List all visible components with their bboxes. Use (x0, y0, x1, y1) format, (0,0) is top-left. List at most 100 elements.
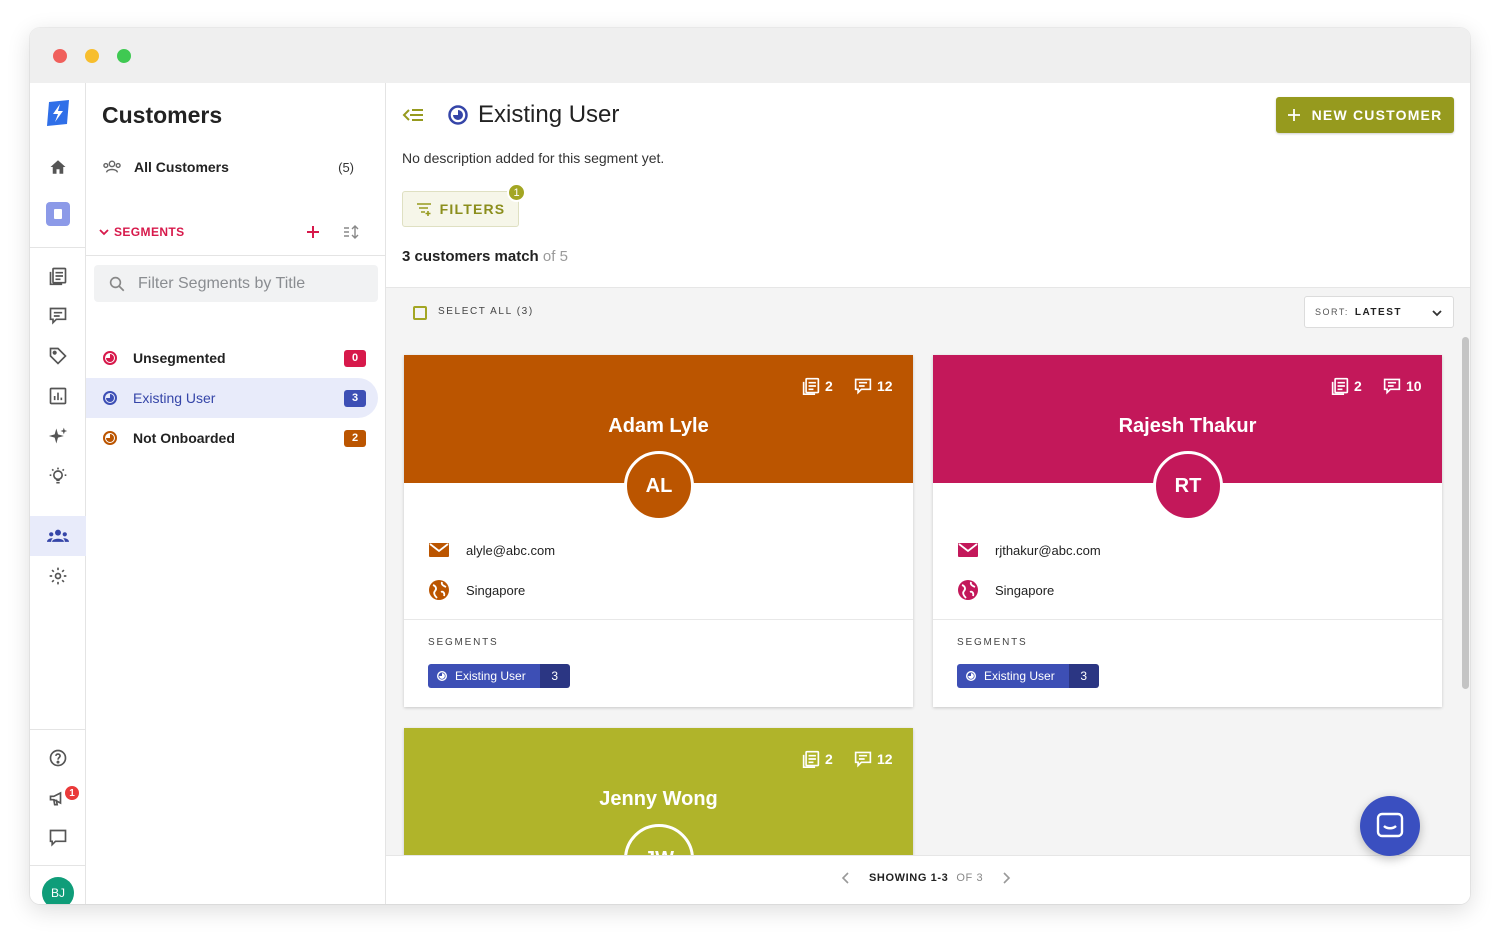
conversations-value: 10 (1406, 378, 1422, 394)
segment-search-input[interactable]: Filter Segments by Title (94, 265, 378, 302)
articles-icon[interactable] (30, 256, 86, 296)
customer-location: Singapore (995, 582, 1055, 598)
bookmark-icon[interactable] (30, 193, 86, 235)
segment-chip-label: Existing User (984, 669, 1055, 683)
sort-dropdown[interactable]: SORT: LATEST (1304, 296, 1454, 328)
collapse-sidebar-icon[interactable] (402, 107, 424, 123)
filters-count-badge: 1 (507, 183, 526, 202)
mail-icon (957, 542, 979, 558)
segment-count-badge: 0 (344, 349, 366, 367)
chevron-right-icon[interactable] (1001, 871, 1011, 885)
segment-chip[interactable]: Existing User 3 (957, 664, 1099, 688)
segment-label: Unsegmented (133, 350, 226, 366)
filters-label: FILTERS (439, 201, 506, 217)
filters-button[interactable]: FILTERS (402, 191, 519, 227)
match-count: 3 customers match (402, 248, 539, 265)
segments-label: SEGMENTS (428, 637, 499, 648)
help-icon[interactable] (30, 738, 86, 778)
customer-email[interactable]: alyle@abc.com (466, 543, 555, 558)
segments-sidebar: Customers All Customers (5) SEGMENTS Fil… (86, 83, 386, 904)
reports-icon[interactable] (30, 376, 86, 416)
segment-chip-count: 3 (1068, 664, 1099, 688)
segment-label: Existing User (133, 390, 216, 406)
select-all-label[interactable]: SELECT ALL (3) (438, 306, 534, 317)
conversations-count: 10 (1382, 377, 1422, 395)
segment-title: Existing User (478, 101, 620, 128)
avatar: AL (624, 451, 694, 521)
segment-chip-label: Existing User (455, 669, 526, 683)
logo-icon[interactable] (30, 91, 86, 135)
segment-count-badge: 3 (344, 389, 366, 407)
pie-icon (966, 671, 976, 681)
articles-count: 2 (801, 377, 833, 395)
pagination: SHOWING 1-3 OF 3 (386, 855, 1470, 904)
match-summary: 3 customers match of 5 (402, 248, 568, 265)
mail-icon (428, 542, 450, 558)
maximize-window-button[interactable] (117, 49, 131, 63)
pie-icon (103, 351, 117, 365)
select-all-checkbox[interactable] (413, 306, 427, 320)
articles-icon (801, 750, 821, 768)
add-segment-button[interactable] (306, 225, 320, 239)
sidebar-item-not-onboarded[interactable]: Not Onboarded 2 (86, 418, 378, 458)
articles-count: 2 (1330, 377, 1362, 395)
scrollbar[interactable] (1462, 337, 1469, 689)
email-row: alyle@abc.com (428, 538, 555, 562)
conversations-icon (853, 750, 873, 768)
conversations-value: 12 (877, 751, 893, 767)
conversations-icon[interactable] (30, 296, 86, 336)
new-customer-button[interactable]: NEW CUSTOMER (1276, 97, 1454, 133)
filter-icon (416, 202, 432, 216)
close-window-button[interactable] (53, 49, 67, 63)
lightbulb-icon[interactable] (30, 456, 86, 496)
articles-value: 2 (825, 378, 833, 394)
email-row: rjthakur@abc.com (957, 538, 1101, 562)
chat-bubble-icon (1375, 811, 1405, 841)
settings-icon[interactable] (30, 556, 86, 596)
customer-email[interactable]: rjthakur@abc.com (995, 543, 1101, 558)
customer-count: (5) (338, 159, 354, 175)
segment-count-badge: 2 (344, 429, 366, 447)
articles-icon (801, 377, 821, 395)
home-icon[interactable] (30, 147, 86, 187)
plus-icon (1287, 109, 1300, 121)
chevron-down-icon[interactable] (98, 226, 110, 238)
sort-segments-icon[interactable] (343, 225, 359, 239)
chevron-left-icon[interactable] (841, 871, 851, 885)
customer-location: Singapore (466, 582, 526, 598)
user-avatar-button[interactable]: BJ (30, 873, 86, 904)
nav-rail: 1 BJ (30, 83, 86, 904)
segments-heading: SEGMENTS (114, 225, 185, 239)
megaphone-icon[interactable]: 1 (30, 778, 86, 818)
customer-card[interactable]: 2 10 Rajesh Thakur RT rjthakur@abc.com S… (933, 355, 1442, 707)
chevron-down-icon (1431, 307, 1443, 319)
sidebar-item-label: All Customers (134, 159, 229, 175)
customer-name: Adam Lyle (608, 415, 709, 437)
customers-icon[interactable] (30, 516, 86, 556)
minimize-window-button[interactable] (85, 49, 99, 63)
avatar: BJ (42, 877, 74, 904)
sidebar-item-unsegmented[interactable]: Unsegmented 0 (86, 338, 378, 378)
tag-icon[interactable] (30, 336, 86, 376)
notification-badge: 1 (63, 784, 81, 802)
chat-icon[interactable] (30, 818, 86, 858)
list-toolbar: SELECT ALL (3) SORT: LATEST (386, 287, 1470, 337)
pie-icon (448, 105, 468, 125)
sort-key: SORT: (1315, 307, 1349, 317)
customer-name: Rajesh Thakur (1118, 415, 1257, 437)
conversations-icon (1382, 377, 1402, 395)
location-row: Singapore (957, 578, 1054, 602)
sidebar-item-existing-user[interactable]: Existing User 3 (86, 378, 378, 418)
customer-card[interactable]: 2 12 Jenny Wong JW (404, 728, 913, 855)
search-icon (108, 275, 126, 293)
chat-widget-button[interactable] (1360, 796, 1420, 856)
segment-chip-count: 3 (539, 664, 570, 688)
pie-icon (103, 391, 117, 405)
globe-icon (428, 579, 450, 601)
sidebar-item-all-customers[interactable]: All Customers (5) (86, 147, 385, 187)
customer-card[interactable]: 2 12 Adam Lyle AL alyle@abc.com Singapor… (404, 355, 913, 707)
sparkle-icon[interactable] (30, 416, 86, 456)
segment-chip[interactable]: Existing User 3 (428, 664, 570, 688)
segments-label: SEGMENTS (957, 637, 1028, 648)
search-placeholder: Filter Segments by Title (138, 274, 306, 292)
